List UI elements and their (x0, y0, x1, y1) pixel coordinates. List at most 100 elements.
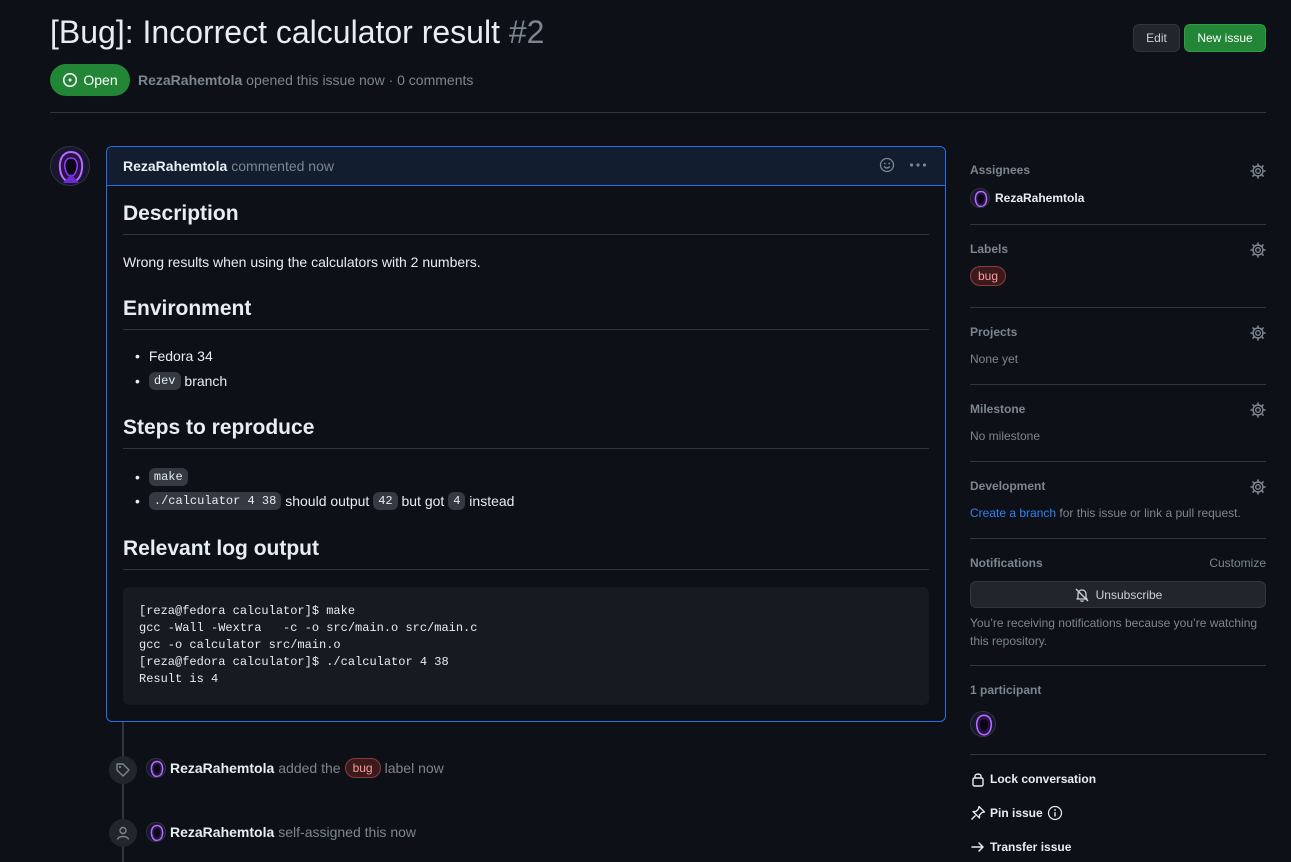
create-branch-link[interactable]: Create a branch (970, 506, 1056, 520)
hooded-avatar-icon (147, 759, 165, 777)
hooded-avatar-icon (971, 189, 989, 207)
step2-code: ./calculator 4 38 (148, 492, 282, 510)
timeline-event-label: RezaRahemtola added the bug label now (146, 758, 444, 778)
kebab-menu-icon[interactable] (909, 157, 927, 173)
issue-author-link[interactable]: RezaRahemtola (138, 72, 242, 88)
avatar (970, 188, 990, 208)
log-heading: Relevant log output (123, 537, 929, 570)
unsubscribe-label: Unsubscribe (1095, 587, 1163, 602)
edit-button[interactable]: Edit (1133, 24, 1180, 52)
tag-icon (116, 763, 130, 777)
timeline-author[interactable]: RezaRahemtola (170, 824, 274, 840)
development-desc: for this issue or link a pull request. (1059, 506, 1241, 520)
timeline-event-assign: RezaRahemtola self-assigned this now (146, 822, 416, 842)
step2-text2: but got (401, 493, 445, 509)
avatar[interactable] (146, 758, 166, 778)
status-label: Open (83, 72, 118, 88)
list-item: make (135, 468, 188, 486)
emoji-reaction-icon[interactable] (879, 157, 895, 173)
log-output-codeblock: [reza@fedora calculator]$ make gcc -Wall… (123, 587, 929, 705)
new-issue-button[interactable]: New issue (1184, 24, 1266, 52)
milestone-value: No milestone (970, 429, 1041, 443)
steps-heading: Steps to reproduce (123, 416, 929, 449)
lock-conversation-label: Lock conversation (990, 772, 1097, 786)
avatar[interactable] (146, 822, 166, 842)
gear-icon[interactable] (1250, 242, 1266, 258)
timeline-author[interactable]: RezaRahemtola (170, 760, 274, 776)
step2-text3: instead (469, 493, 515, 509)
hooded-avatar-icon (971, 712, 995, 736)
transfer-issue-label: Transfer issue (990, 840, 1072, 854)
gear-icon[interactable] (1250, 402, 1266, 418)
step2-text1: should output (285, 493, 370, 509)
sidebar-title: Projects (970, 325, 1018, 339)
status-badge: Open (50, 64, 130, 96)
avatar[interactable] (970, 711, 996, 737)
person-icon (116, 826, 130, 840)
pin-icon (971, 805, 986, 820)
timeline-badge (109, 756, 137, 784)
info-icon[interactable] (1047, 805, 1063, 821)
assignee-item[interactable]: RezaRahemtola (970, 188, 1084, 208)
timeline-text: added the (278, 760, 341, 776)
gear-icon[interactable] (1250, 163, 1266, 179)
environment-heading: Environment (123, 297, 929, 330)
timeline-text-post: label now (384, 760, 444, 776)
issue-title-text: [Bug]: Incorrect calculator result (50, 14, 500, 50)
issue-open-icon (63, 72, 78, 88)
sidebar-title: Assignees (970, 163, 1031, 177)
env-os: Fedora 34 (148, 348, 213, 364)
pin-issue-label: Pin issue (990, 806, 1043, 820)
issue-title: [Bug]: Incorrect calculator result #2 (50, 14, 544, 51)
assignee-name[interactable]: RezaRahemtola (995, 191, 1084, 205)
lock-conversation-action[interactable]: Lock conversation (970, 771, 1096, 787)
step2-code2: 42 (373, 492, 398, 510)
bell-slash-icon (1075, 588, 1089, 602)
list-item: ./calculator 4 38 should output 42 but g… (135, 492, 514, 510)
gear-icon[interactable] (1250, 479, 1266, 495)
sidebar-assignees: Assignees RezaRahemtola (970, 163, 1266, 225)
sidebar-title: Development (970, 479, 1046, 493)
sidebar-notifications: Notifications Customize Unsubscribe You’… (970, 556, 1266, 666)
unsubscribe-button[interactable]: Unsubscribe (970, 581, 1266, 608)
list-item: Fedora 34 (135, 348, 213, 364)
hooded-avatar-icon (51, 147, 89, 185)
env-branch-text: branch (184, 373, 228, 389)
sidebar-labels: Labels bug (970, 242, 1266, 308)
description-heading: Description (123, 202, 929, 235)
sidebar-title: Milestone (970, 402, 1026, 416)
sidebar-title: Labels (970, 242, 1009, 256)
env-branch-code: dev (148, 372, 181, 390)
projects-value: None yet (970, 352, 1019, 366)
issue-opened-text: opened this issue now · 0 comments (246, 72, 474, 88)
bug-label[interactable]: bug (344, 758, 381, 778)
comment-author[interactable]: RezaRahemtola (123, 158, 227, 174)
sidebar-development: Development Create a branch for this iss… (970, 479, 1266, 539)
issue-number: #2 (508, 14, 545, 50)
header-divider (50, 112, 1266, 113)
comment-box: RezaRahemtola commented now Description … (106, 146, 946, 722)
timeline-badge (109, 819, 137, 847)
transfer-issue-action[interactable]: Transfer issue (970, 839, 1071, 855)
arrow-right-icon (971, 842, 984, 852)
timeline-text: self-assigned this now (278, 824, 417, 840)
avatar[interactable] (50, 146, 90, 186)
hooded-avatar-icon (147, 823, 165, 841)
description-text: Wrong results when using the calculators… (123, 254, 481, 270)
notification-reason: You’re receiving notifications because y… (970, 616, 1258, 648)
development-text: Create a branch for this issue or link a… (970, 506, 1241, 520)
sidebar-projects: Projects None yet (970, 325, 1266, 385)
step2-code3: 4 (448, 492, 466, 510)
gear-icon[interactable] (1250, 325, 1266, 341)
issue-meta: RezaRahemtola opened this issue now · 0 … (138, 72, 473, 88)
customize-link[interactable]: Customize (1209, 556, 1266, 570)
list-item: dev branch (135, 372, 227, 390)
comment-time: commented now (231, 158, 334, 174)
comment-header: RezaRahemtola commented now (107, 147, 945, 186)
pin-issue-action[interactable]: Pin issue (970, 805, 1063, 821)
bug-label[interactable]: bug (970, 266, 1007, 286)
sidebar-milestone: Milestone No milestone (970, 402, 1266, 462)
sidebar-title: 1 participant (970, 683, 1042, 697)
step1-code: make (148, 468, 188, 486)
lock-icon (972, 773, 984, 787)
